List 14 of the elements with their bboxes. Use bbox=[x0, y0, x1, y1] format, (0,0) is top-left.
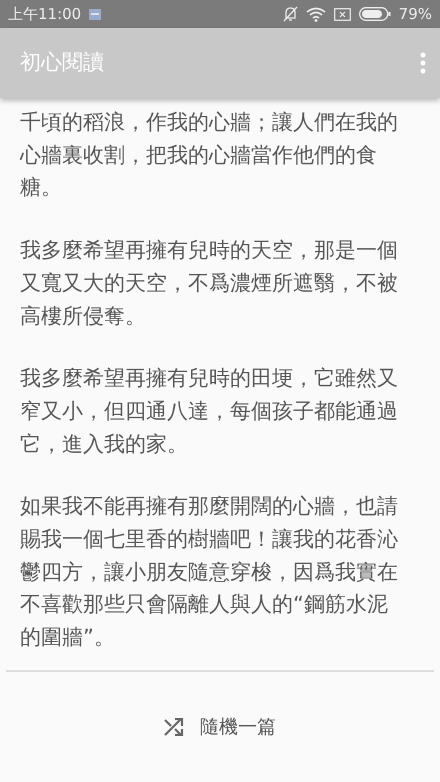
bell-off-icon bbox=[282, 6, 298, 22]
more-options-icon[interactable] bbox=[420, 52, 426, 74]
article-paragraph: 我多麼希望再擁有兒時的田埂，它雖然又窄又小，但四通八達，每個孩子都能通過它，進入我的家。 bbox=[20, 365, 399, 458]
random-article-button[interactable]: 隨機一篇 bbox=[156, 708, 284, 746]
shuffle-icon bbox=[164, 718, 184, 736]
sim-card-icon bbox=[334, 8, 351, 20]
article-paragraph: 如果我不能再擁有那麼開闊的心牆，也請賜我一個七里香的樹牆吧！讓我的花香沁鬱四方，讓小朋友隨意穿梭，因爲我實在不喜歡那些只會隔離人與人的“鋼筋水泥的圍牆”。 bbox=[20, 493, 399, 652]
status-time: 上午11:00 bbox=[8, 4, 82, 25]
wifi-icon bbox=[306, 6, 326, 22]
battery-percentage: 79% bbox=[398, 4, 432, 25]
notification-icon bbox=[89, 8, 102, 20]
article-paragraph: 千頃的稻浪，作我的心牆；讓人們在我的心牆裏收割，把我的心牆當作他們的食糖。 bbox=[20, 109, 399, 202]
battery-icon bbox=[358, 7, 391, 21]
article-paragraph: 我多麼希望再擁有兒時的天空，那是一個又寬又大的天空，不爲濃煙所遮翳，不被高樓所侵奪。 bbox=[20, 237, 399, 330]
